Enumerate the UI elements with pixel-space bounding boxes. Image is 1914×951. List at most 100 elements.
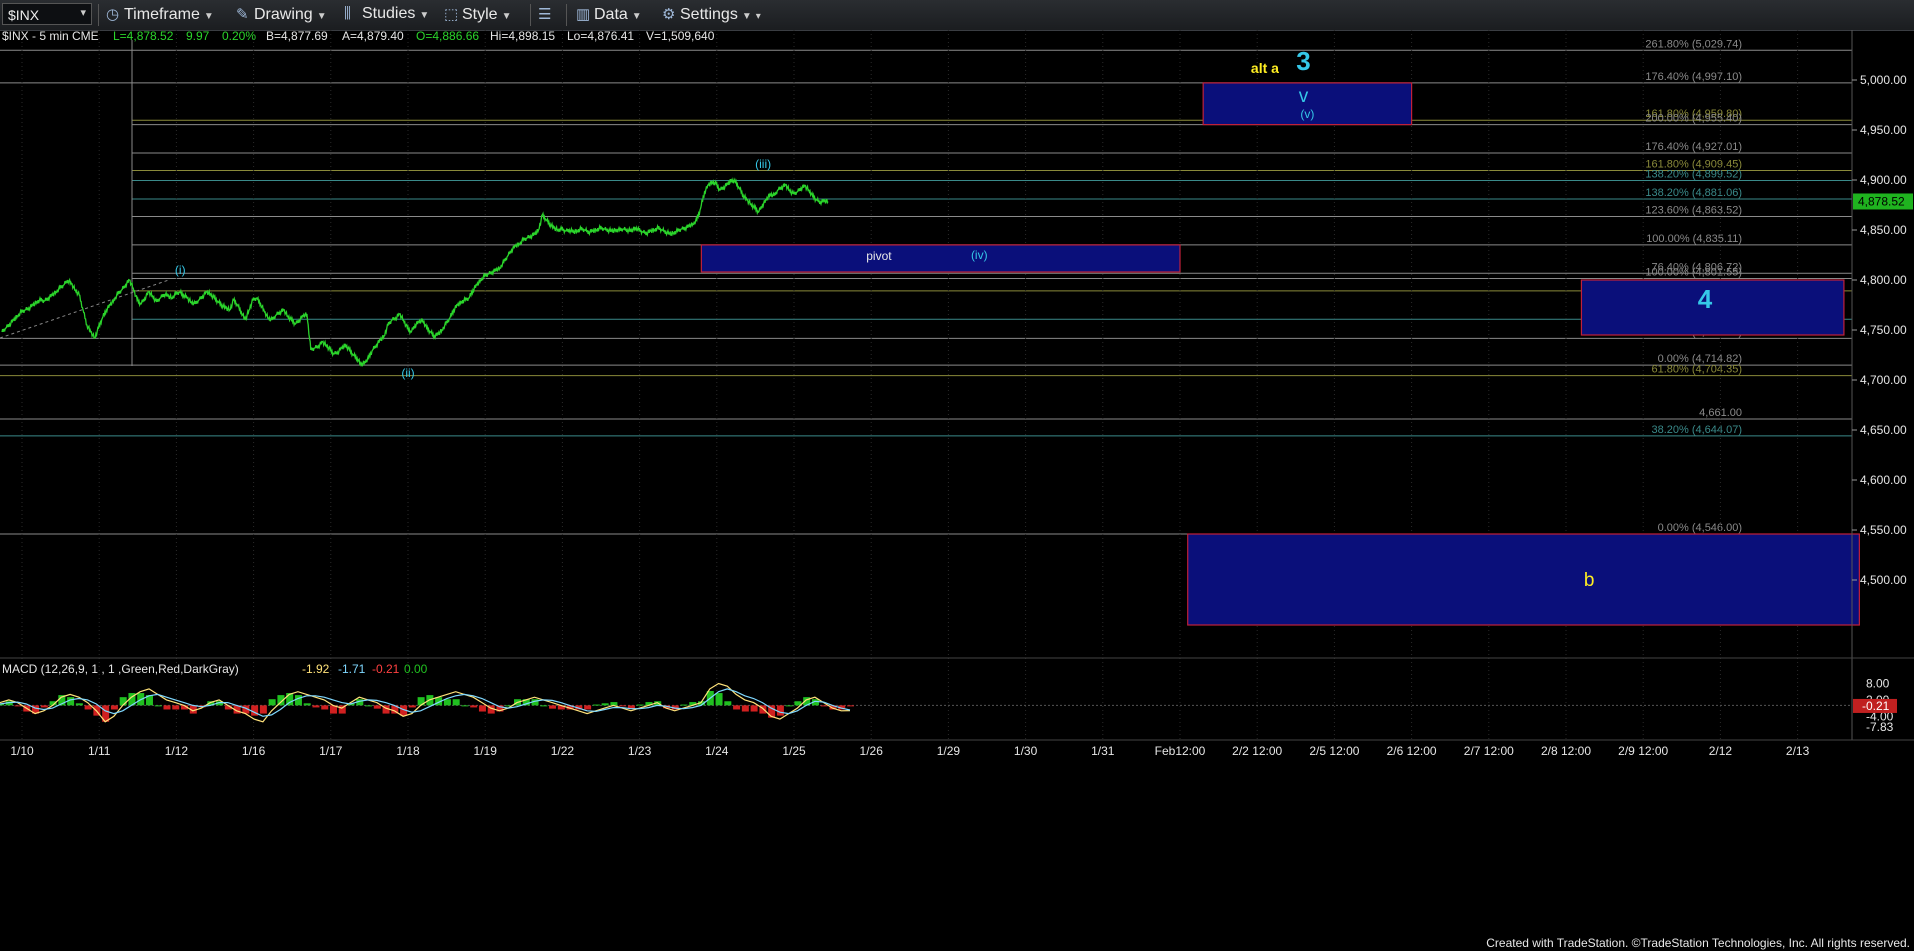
bar-chart-icon: ▥ (576, 6, 591, 23)
studies-button[interactable]: ⫼ Studies ▼ (344, 5, 429, 25)
studies-icon: ⫼ (344, 5, 351, 22)
drawing-button[interactable]: ✎ Drawing ▼ (236, 5, 327, 25)
wave-label: v (1299, 86, 1309, 107)
time-tick-label: 2/6 12:00 (1387, 744, 1437, 758)
wave-label: (i) (175, 263, 186, 277)
fib-label: 0.00% (4,546.00) (1658, 522, 1742, 534)
header-bid: B=4,877.69 (266, 30, 328, 43)
chevron-down-icon: ▼ (631, 11, 642, 22)
macd-hist-bar (584, 705, 592, 710)
macd-hist-bar (820, 705, 828, 707)
fib-label: 38.20% (4,644.07) (1651, 424, 1742, 436)
toolbar-divider (98, 4, 99, 26)
price-tick-label: 4,700.00 (1860, 373, 1907, 387)
macd-hist-bar (540, 705, 548, 707)
macd-signal-value: -1.71 (338, 662, 366, 676)
time-tick-label: 1/31 (1091, 744, 1115, 758)
wave4-box (1580, 279, 1845, 336)
macd-hist-bar (592, 704, 600, 706)
chevron-down-icon: ▼ (741, 11, 752, 22)
time-tick-label: 1/17 (319, 744, 343, 758)
layout-button[interactable]: ☰ (538, 5, 556, 25)
time-axis: 1/10 1/11 1/12 1/16 1/17 1/18 1/19 1/22 1/23 1/24… (0, 739, 1914, 758)
time-tick-label: 1/18 (396, 744, 420, 758)
time-tick-label: 1/23 (628, 744, 652, 758)
macd-hist-bar (452, 699, 460, 706)
macd-hist-bar (408, 705, 416, 708)
clock-icon: ◷ (106, 6, 120, 23)
macd-panel: 8.002.00-4.00-7.83-0.21 (0, 657, 1914, 734)
time-tick-label: 2/13 (1786, 744, 1810, 758)
style-icon: ⬚ (444, 6, 459, 23)
macd-hist-bar (741, 705, 749, 712)
chevron-down-icon[interactable]: ▾ (80, 6, 86, 19)
symbol-input[interactable]: $INX ▾ (2, 3, 92, 25)
style-button[interactable]: ⬚ Style ▼ (444, 5, 511, 25)
layout-icon: ☰ (538, 6, 552, 23)
macd-hist-bar (549, 705, 557, 709)
last-price-label: 4,878.52 (1858, 194, 1905, 208)
chevron-down-icon: ▼ (203, 11, 214, 22)
symbol-text: $INX (8, 7, 40, 23)
price-tick-label: 4,800.00 (1860, 273, 1907, 287)
time-tick-label: Feb12:00 (1155, 744, 1206, 758)
data-button[interactable]: ▥ Data ▼ (576, 5, 642, 25)
header-open: O=4,886.66 (416, 30, 479, 43)
macd-hist-bar (154, 705, 162, 707)
header-symbol-info: $INX - 5 min CME (2, 30, 99, 43)
fib-label: 200.00% (4,955.40) (1645, 113, 1742, 125)
price-tick-label: 4,500.00 (1860, 573, 1907, 587)
settings-label: Settings (680, 6, 738, 23)
fib-label: 176.40% (4,927.01) (1645, 141, 1742, 153)
macd-hist-bar (268, 699, 276, 706)
fib-label: 61.80% (4,704.35) (1651, 364, 1742, 376)
time-tick-label: 1/19 (474, 744, 498, 758)
wave-b-box (1187, 533, 1860, 626)
header-low: Lo=4,876.41 (567, 30, 634, 43)
settings-button[interactable]: ⚙ Settings ▼ ▾ (662, 5, 761, 25)
chart-area[interactable]: 261.80% (5,029.74)176.40% (4,997.10)161.… (0, 30, 1914, 951)
wave-label: (iv) (971, 248, 988, 262)
macd-hist-bar (776, 705, 784, 716)
drawing-label: Drawing (254, 6, 313, 23)
price-tick-label: 4,550.00 (1860, 523, 1907, 537)
macd-hist-bar (847, 705, 854, 707)
macd-label: MACD (12,26,9, 1 , 1 ,Green,Red,DarkGray… (2, 662, 239, 676)
chevron-down-icon: ▾ (755, 11, 761, 22)
pivot-box (700, 244, 1181, 273)
macd-hist-bar (40, 705, 48, 708)
toolbar-divider (530, 4, 531, 26)
wave-label: pivot (866, 249, 892, 263)
fib-label: 261.80% (5,029.74) (1645, 38, 1742, 50)
macd-hist-bar (724, 701, 732, 706)
macd-hist-bar (14, 705, 22, 707)
macd-hist-bar (470, 705, 478, 708)
macd-hist-bar (294, 695, 302, 706)
fib-label: 138.20% (4,899.52) (1645, 168, 1742, 180)
fib-label: 4,661.00 (1699, 407, 1742, 419)
fib-label: 100.00% (4,835.11) (1646, 233, 1742, 245)
macd-tick-label: -7.83 (1866, 720, 1894, 734)
macd-hist-bar (75, 703, 83, 706)
time-tick-label: 1/29 (937, 744, 961, 758)
time-tick-label: 1/22 (551, 744, 575, 758)
footer-credit: Created with TradeStation. ©TradeStation… (1486, 936, 1910, 950)
header-last: L=4,878.52 (113, 30, 174, 43)
fib-levels: 261.80% (5,029.74)176.40% (4,997.10)161.… (0, 38, 1852, 535)
macd-hist-bar (312, 705, 320, 708)
timeframe-label: Timeframe (124, 6, 200, 23)
style-label: Style (462, 6, 498, 23)
macd-hist-bar (373, 705, 381, 709)
macd-hist-bar (163, 705, 171, 710)
time-tick-label: 1/10 (10, 744, 34, 758)
timeframe-button[interactable]: ◷ Timeframe ▼ (106, 5, 214, 25)
header-volume: V=1,509,640 (646, 30, 715, 43)
macd-zero-value: 0.00 (404, 662, 428, 676)
macd-hist-value: -0.21 (372, 662, 400, 676)
wave-label: (iii) (755, 157, 771, 171)
time-tick-label: 1/12 (165, 744, 189, 758)
price-tick-label: 4,950.00 (1860, 123, 1907, 137)
wave-label: (ii) (401, 366, 414, 380)
macd-hist-bar (259, 705, 267, 714)
macd-hist-bar (321, 705, 329, 710)
